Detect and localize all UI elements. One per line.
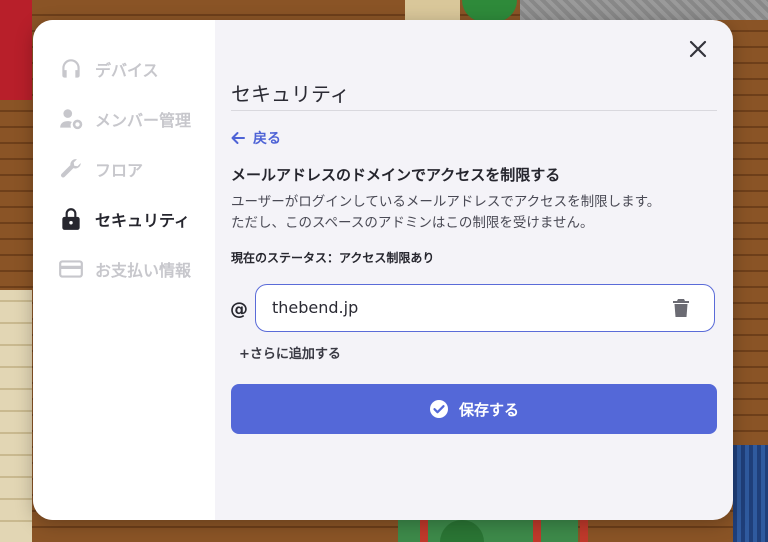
sidebar-item-label: メンバー管理 xyxy=(95,111,192,130)
close-icon xyxy=(689,40,707,58)
domain-field xyxy=(255,284,715,332)
sidebar-item-members[interactable]: メンバー管理 xyxy=(33,94,215,144)
sidebar-item-label: セキュリティ xyxy=(95,211,191,230)
sidebar-item-security[interactable]: セキュリティ xyxy=(33,194,215,244)
page-title: セキュリティ xyxy=(231,82,350,106)
delete-domain-button[interactable] xyxy=(672,298,690,322)
sidebar-item-billing[interactable]: お支払い情報 xyxy=(33,244,215,294)
user-gear-icon xyxy=(58,106,84,132)
sidebar-item-devices[interactable]: デバイス xyxy=(33,44,215,94)
sidebar-item-label: お支払い情報 xyxy=(95,261,192,280)
back-link[interactable]: 戻る xyxy=(231,128,281,148)
section-description: ユーザーがログインしているメールアドレスでアクセスを制限します。 ただし、このス… xyxy=(231,192,660,234)
at-symbol: @ xyxy=(230,299,248,320)
sidebar-item-label: フロア xyxy=(95,161,144,180)
map-pole xyxy=(533,520,541,542)
save-button[interactable]: 保存する xyxy=(231,384,717,434)
trash-icon xyxy=(673,299,689,317)
check-circle-icon xyxy=(429,400,448,418)
map-blue-carpet xyxy=(733,445,768,542)
back-label: 戻る xyxy=(253,131,281,147)
map-pole xyxy=(420,520,428,542)
lock-icon xyxy=(58,206,84,232)
map-pole xyxy=(580,520,588,542)
credit-card-icon xyxy=(58,256,84,282)
map-tatami xyxy=(0,290,32,542)
arrow-left-icon xyxy=(231,132,245,144)
settings-sidebar: デバイス メンバー管理 フロア セキュリティ お支払い情報 xyxy=(33,20,215,520)
sidebar-item-floor[interactable]: フロア xyxy=(33,144,215,194)
section-heading: メールアドレスのドメインでアクセスを制限する xyxy=(231,166,561,184)
description-line: ユーザーがログインしているメールアドレスでアクセスを制限します。 xyxy=(231,194,661,210)
title-divider xyxy=(231,110,717,111)
wrench-icon xyxy=(58,156,84,182)
status-text: 現在のステータス：アクセス制限あり xyxy=(231,251,435,265)
add-domain-link[interactable]: +さらに追加する xyxy=(239,343,341,362)
settings-modal: デバイス メンバー管理 フロア セキュリティ お支払い情報 セキュリティ 戻る … xyxy=(33,20,733,520)
domain-input[interactable] xyxy=(270,297,654,318)
headphones-icon xyxy=(58,56,84,82)
description-line: ただし、このスペースのアドミンはこの制限を受けません。 xyxy=(231,215,594,231)
security-panel: セキュリティ 戻る メールアドレスのドメインでアクセスを制限する ユーザーがログ… xyxy=(215,20,733,520)
map-stone-area xyxy=(520,0,768,20)
map-beige-tile xyxy=(405,0,460,20)
close-button[interactable] xyxy=(685,36,711,62)
map-red-wall xyxy=(0,0,32,100)
sidebar-item-label: デバイス xyxy=(95,61,159,80)
save-label: 保存する xyxy=(458,400,519,419)
